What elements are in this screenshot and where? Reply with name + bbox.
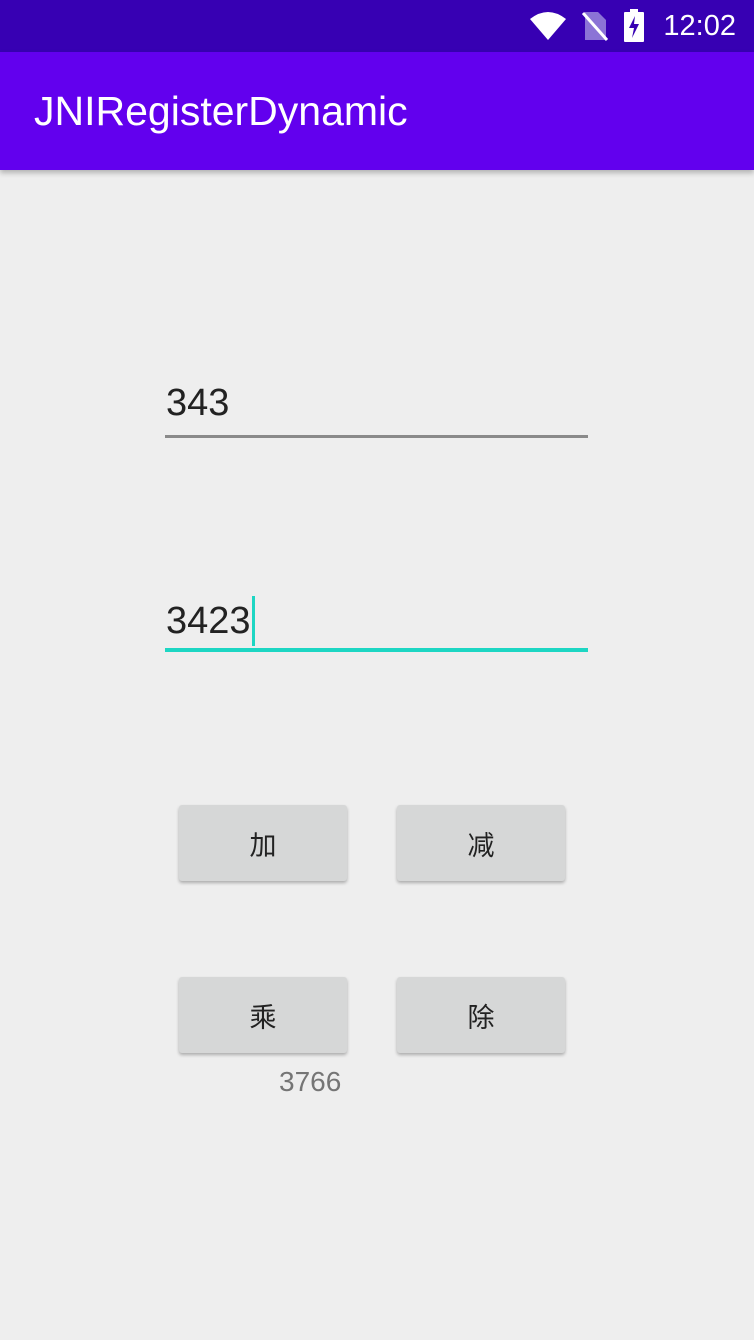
status-clock: 12:02 bbox=[663, 9, 736, 42]
text-cursor bbox=[251, 596, 255, 646]
wifi-icon bbox=[529, 11, 567, 41]
second-number-value: 3423 bbox=[166, 599, 251, 642]
result-text: 3766 bbox=[279, 1066, 342, 1097]
no-sim-icon bbox=[581, 10, 609, 42]
multiply-button[interactable]: 乘 bbox=[179, 977, 347, 1053]
status-bar: 12:02 bbox=[0, 0, 754, 52]
input-underline bbox=[165, 435, 588, 438]
battery-charging-icon bbox=[623, 9, 645, 43]
input-underline-focused bbox=[165, 648, 588, 652]
add-button[interactable]: 加 bbox=[179, 805, 347, 881]
first-number-value: 343 bbox=[166, 382, 230, 424]
first-number-input[interactable]: 343 bbox=[165, 378, 588, 438]
app-title: JNIRegisterDynamic bbox=[34, 87, 408, 134]
subtract-button[interactable]: 减 bbox=[397, 805, 565, 881]
divide-button[interactable]: 除 bbox=[397, 977, 565, 1053]
second-number-input[interactable]: 3423 bbox=[165, 592, 588, 652]
app-bar: JNIRegisterDynamic bbox=[0, 52, 754, 170]
